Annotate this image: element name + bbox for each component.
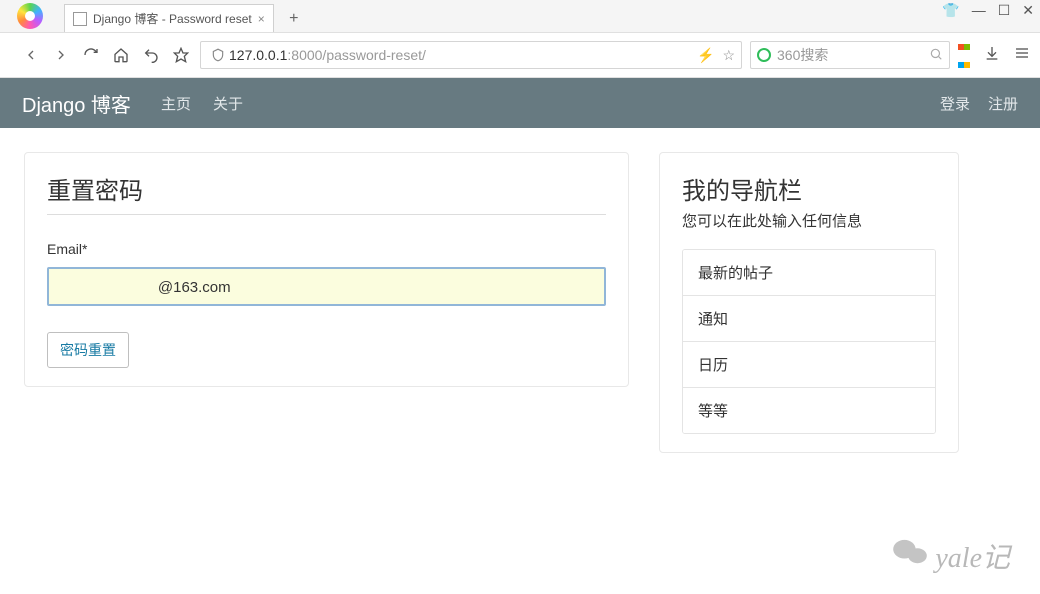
close-tab-icon[interactable]: × [258,12,265,26]
search-icon[interactable] [929,47,943,64]
nav-link-login[interactable]: 登录 [940,93,970,114]
watermark-text: yale记 [935,536,1010,576]
url-host: 127.0.0.1 [229,47,287,63]
sidebar-list: 最新的帖子 通知 日历 等等 [682,249,936,434]
tshirt-icon[interactable]: 👕 [942,2,959,19]
sidebar-item-latest[interactable]: 最新的帖子 [683,250,935,296]
page-icon [73,12,87,26]
back-icon[interactable] [20,44,42,66]
sidebar-subtitle: 您可以在此处输入任何信息 [682,210,936,231]
maximize-icon[interactable]: ☐ [998,2,1011,19]
download-icon[interactable] [984,45,1000,66]
minimize-icon[interactable]: — [972,2,986,19]
home-icon[interactable] [110,44,132,66]
sidebar-item-calendar[interactable]: 日历 [683,342,935,388]
toolbar: 127.0.0.1:8000/password-reset/ ⚡ ☆ 360搜索 [0,32,1040,77]
wechat-icon [893,538,927,574]
site-brand[interactable]: Django 博客 [22,89,131,118]
email-field[interactable] [47,267,606,306]
address-bar[interactable]: 127.0.0.1:8000/password-reset/ ⚡ ☆ [200,41,742,69]
reload-icon[interactable] [80,44,102,66]
close-window-icon[interactable]: ✕ [1022,2,1034,19]
nav-link-register[interactable]: 注册 [988,93,1018,114]
site-navbar: Django 博客 主页 关于 登录 注册 [0,78,1040,128]
browser-chrome: Django 博客 - Password reset × + 👕 — ☐ ✕ [0,0,1040,78]
menu-icon[interactable] [1014,45,1030,66]
flash-icon[interactable]: ⚡ [697,47,714,64]
sidebar-title: 我的导航栏 [682,171,936,206]
sidebar-item-notify[interactable]: 通知 [683,296,935,342]
browser-logo[interactable] [0,0,60,32]
360-logo-icon [757,48,771,62]
search-box[interactable]: 360搜索 [750,41,950,69]
sidebar-item-etc[interactable]: 等等 [683,388,935,433]
watermark: yale记 [893,536,1010,576]
star-icon[interactable] [170,44,192,66]
email-label: Email* [47,241,606,257]
undo-icon[interactable] [140,44,162,66]
search-placeholder: 360搜索 [777,45,828,65]
browser-tab[interactable]: Django 博客 - Password reset × [64,4,274,32]
shield-icon [207,44,229,66]
page-body: 重置密码 Email* 密码重置 我的导航栏 您可以在此处输入任何信息 最新的帖… [0,128,1040,477]
new-tab-button[interactable]: + [280,6,308,32]
url-path: :8000/password-reset/ [287,47,426,63]
forward-icon[interactable] [50,44,72,66]
password-reset-card: 重置密码 Email* 密码重置 [24,152,629,387]
grid-icon[interactable] [958,37,970,73]
bookmark-star-icon[interactable]: ☆ [722,47,735,64]
tab-bar: Django 博客 - Password reset × + 👕 — ☐ ✕ [0,0,1040,32]
nav-link-about[interactable]: 关于 [213,93,243,114]
reset-button[interactable]: 密码重置 [47,332,129,368]
nav-link-home[interactable]: 主页 [161,93,191,114]
sidebar-card: 我的导航栏 您可以在此处输入任何信息 最新的帖子 通知 日历 等等 [659,152,959,453]
card-title: 重置密码 [47,171,606,215]
tab-title: Django 博客 - Password reset [93,10,252,27]
